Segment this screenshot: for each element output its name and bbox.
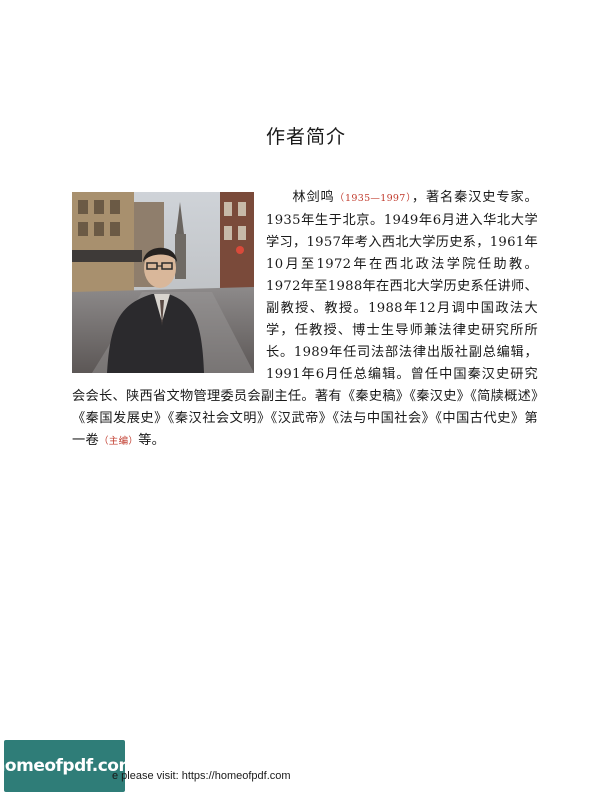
homeofpdf-logo-link[interactable]: homeofpdf.com (0, 740, 136, 792)
author-name: 林剑鸣 (292, 190, 335, 205)
editor-note: （主编） (98, 436, 139, 447)
footer-visit-link[interactable]: e please visit: https://homeofpdf.com (112, 770, 291, 782)
portrait-photo-illustration (72, 192, 254, 373)
author-lifespan: （1935—1997） (334, 193, 412, 204)
author-bio-section: 林剑鸣（1935—1997），著名秦汉史专家。1935年生于北京。1949年6月… (72, 187, 538, 453)
author-portrait-image (72, 192, 254, 373)
page-title: 作者简介 (265, 126, 346, 148)
bio-ending-text: 等。 (138, 433, 166, 448)
